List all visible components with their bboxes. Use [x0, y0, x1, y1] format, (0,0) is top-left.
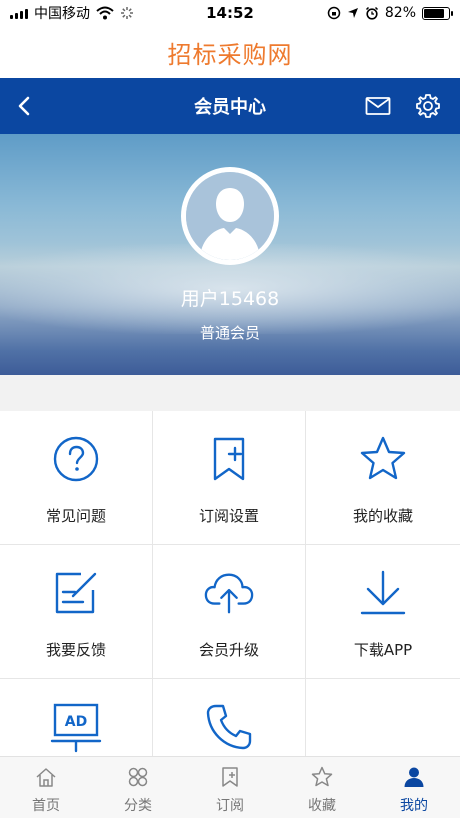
grid-item-subscription-settings[interactable]: 订阅设置	[153, 411, 306, 545]
home-icon	[36, 768, 56, 787]
grid-item-upgrade[interactable]: 会员升级	[153, 545, 306, 679]
loading-icon	[121, 7, 133, 19]
settings-button[interactable]	[411, 90, 445, 122]
brand-title: 招标采购网	[0, 26, 460, 78]
grid-item-download-app[interactable]: 下载APP	[306, 545, 460, 679]
messages-button[interactable]	[362, 90, 394, 122]
status-bar: 中国移动 14:52 82%	[0, 0, 460, 26]
alarm-icon	[365, 6, 378, 20]
page-title: 会员中心	[194, 97, 266, 118]
username: 用户15468	[180, 288, 280, 310]
user-icon	[404, 767, 424, 787]
user-silhouette-icon	[186, 172, 274, 260]
section-divider	[0, 375, 460, 411]
battery-icon	[422, 6, 453, 20]
question-icon	[53, 436, 99, 482]
phone-icon	[206, 704, 252, 750]
carrier-label: 中国移动	[34, 6, 90, 22]
tab-label: 首页	[32, 798, 60, 814]
location-icon	[347, 8, 358, 18]
chevron-left-icon	[18, 96, 30, 116]
battery-percent: 82%	[384, 5, 416, 21]
grid-item-advertising[interactable]: AD	[0, 679, 153, 756]
member-level: 普通会员	[199, 324, 260, 342]
feature-grid: 常见问题 订阅设置 我的收藏 我要反馈 会员升级 下载APP AD	[0, 411, 460, 756]
status-right: 82%	[327, 5, 453, 21]
grid-item-faq[interactable]: 常见问题	[0, 411, 153, 545]
feedback-edit-icon	[55, 572, 97, 614]
grid-item-label: 我要反馈	[45, 641, 106, 659]
profile-header: 用户15468 普通会员	[0, 134, 460, 375]
grid-item-contact-phone[interactable]	[153, 679, 306, 756]
tab-home[interactable]: 首页	[0, 757, 92, 818]
avatar[interactable]	[181, 167, 279, 265]
signal-icon	[10, 7, 28, 19]
grid-item-label: 我的收藏	[352, 507, 413, 525]
grid-item-label: 订阅设置	[198, 507, 259, 525]
grid-item-label: 会员升级	[198, 641, 259, 659]
tab-bar: 首页 分类 订阅 收藏 我的	[0, 756, 460, 818]
mail-icon	[365, 97, 391, 115]
grid-item-feedback[interactable]: 我要反馈	[0, 545, 153, 679]
category-icon	[128, 767, 148, 787]
tab-label: 收藏	[308, 798, 336, 814]
gear-icon	[416, 94, 440, 118]
wifi-icon	[96, 6, 114, 20]
grid-item-favorites[interactable]: 我的收藏	[306, 411, 460, 545]
svg-text:AD: AD	[65, 714, 87, 730]
grid-item-label: 下载APP	[353, 641, 413, 659]
tab-label: 订阅	[216, 798, 244, 814]
star-icon	[360, 436, 406, 480]
cloud-upload-icon	[204, 573, 254, 614]
download-icon	[360, 570, 406, 615]
subscribe-icon	[222, 767, 238, 787]
nav-bar: 会员中心	[0, 78, 460, 134]
bookmark-add-icon	[213, 437, 245, 481]
battery-level	[424, 8, 444, 18]
back-button[interactable]	[8, 90, 40, 122]
rotation-lock-icon	[327, 6, 341, 20]
tab-label: 我的	[400, 798, 428, 814]
tab-mine[interactable]: 我的	[368, 757, 460, 818]
status-left: 中国移动	[10, 3, 134, 23]
ad-board-icon: AD	[50, 703, 102, 753]
grid-item-label: 常见问题	[45, 507, 106, 525]
star-outline-icon	[311, 766, 333, 787]
tab-subscribe[interactable]: 订阅	[184, 757, 276, 818]
tab-favorites[interactable]: 收藏	[276, 757, 368, 818]
tab-category[interactable]: 分类	[92, 757, 184, 818]
tab-label: 分类	[124, 798, 152, 814]
